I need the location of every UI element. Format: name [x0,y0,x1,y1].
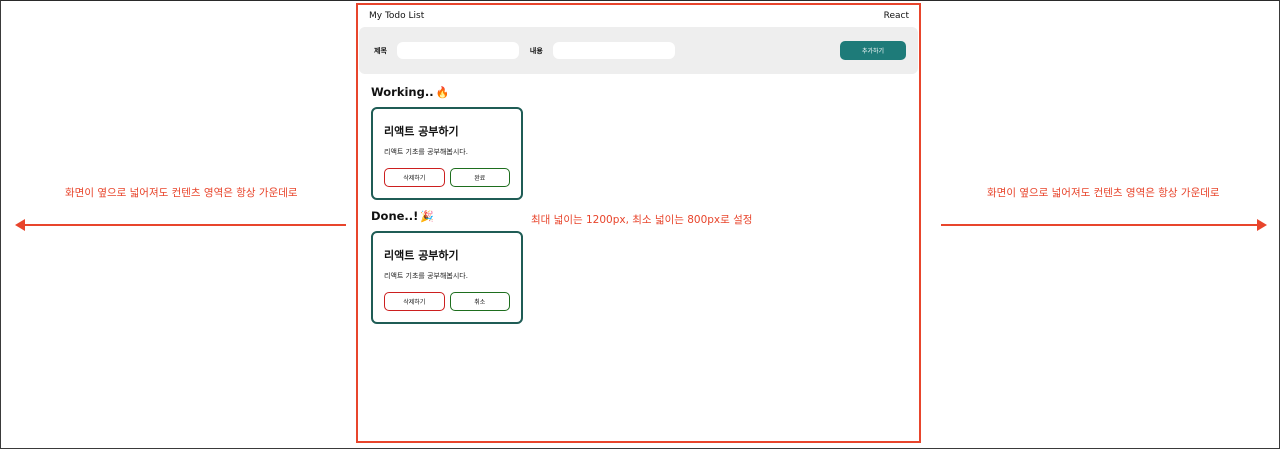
header-react-label: React [883,11,909,21]
complete-button[interactable]: 완료 [449,168,510,187]
annotation-middle: 최대 넓이는 1200px, 최소 넓이는 800px로 설정 [531,214,753,226]
delete-button[interactable]: 삭제하기 [384,292,445,311]
arrow-left-icon [15,219,346,231]
title-input[interactable] [396,42,519,59]
content-label: 내용 [529,46,543,55]
todo-card: 리액트 공부하기 리액트 기초를 공부해봅시다. 삭제하기 취소 [371,231,523,324]
annotation-right: 화면이 옆으로 넓어져도 컨텐츠 영역은 항상 가운데로 [987,187,1220,199]
add-button[interactable]: 추가하기 [840,41,906,60]
delete-button[interactable]: 삭제하기 [384,168,445,187]
todo-card: 리액트 공부하기 리액트 기초를 공부해봅시다. 삭제하기 완료 [371,107,523,200]
content-input[interactable] [552,42,675,59]
add-form: 제목 내용 추가하기 [359,27,918,74]
annotation-left: 화면이 옆으로 넓어져도 컨텐츠 영역은 항상 가운데로 [65,187,298,199]
arrow-right-icon [941,219,1267,231]
done-heading-text: Done..! [371,209,419,223]
app-title: My Todo List [369,11,425,21]
party-popper-icon: 🎉 [420,209,435,223]
working-heading-text: Working.. [371,85,434,99]
todo-actions: 삭제하기 취소 [384,292,510,311]
working-heading: Working.. 🔥 [371,84,919,100]
done-list: 리액트 공부하기 리액트 기초를 공부해봅시다. 삭제하기 취소 [371,231,919,324]
todo-body: 리액트 기초를 공부해봅시다. [384,272,468,280]
cancel-button[interactable]: 취소 [449,292,510,311]
todo-title: 리액트 공부하기 [384,249,459,262]
todo-title: 리액트 공부하기 [384,125,459,138]
header: My Todo List React [358,5,919,27]
working-list: 리액트 공부하기 리액트 기초를 공부해봅시다. 삭제하기 완료 [371,107,919,200]
title-label: 제목 [374,46,387,55]
todo-actions: 삭제하기 완료 [384,168,510,187]
fire-icon: 🔥 [435,85,450,99]
todo-body: 리액트 기초를 공부해봅시다. [384,148,468,156]
